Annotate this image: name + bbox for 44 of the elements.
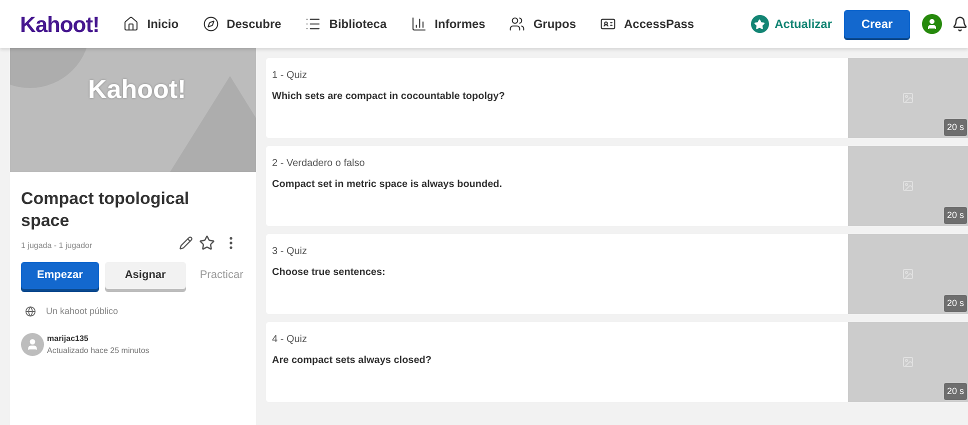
avatar-icon[interactable] (922, 14, 942, 34)
favorite-icon[interactable] (199, 235, 215, 251)
question-type: 3 - Quiz (272, 245, 308, 259)
action-button[interactable]: Asignar (104, 262, 186, 289)
visibility-text: Un kahoot público (46, 305, 118, 318)
nav-link[interactable]: Descubre (202, 15, 282, 33)
nav-link[interactable]: Grupos (509, 15, 576, 33)
nav-icon (509, 16, 526, 32)
nav-link[interactable]: Biblioteca (305, 15, 387, 33)
play-stats: 1 jugada - 1 jugador (21, 240, 94, 252)
question-text: Are compact sets always closed? (272, 354, 433, 368)
nav-link[interactable]: AccessPass (600, 15, 694, 33)
question-text: Which sets are compact in cocountable topolgy? (272, 90, 506, 104)
nav-link[interactable]: Inicio (123, 15, 179, 33)
updated-text: Actualizado hace 25 minutos (47, 344, 150, 356)
time-badge: 20 s (944, 206, 967, 224)
author-avatar (21, 332, 44, 356)
action-button[interactable]: Empezar (21, 262, 99, 289)
upgrade-link[interactable]: Actualizar (750, 15, 832, 33)
edit-icon[interactable] (179, 236, 193, 250)
logo[interactable]: Kahoot! (20, 8, 100, 40)
question-card[interactable]: 4 - Quiz Are compact sets always closed? 20 s (266, 322, 968, 402)
author-name[interactable]: marijac135 (47, 332, 150, 344)
nav-icon (600, 16, 616, 32)
time-badge: 20 s (944, 382, 967, 400)
nav-icon (410, 16, 427, 32)
kahoot-title: Compact topological space (21, 188, 190, 232)
cover-logo: Kahoot! (88, 73, 186, 106)
nav-icon (202, 16, 219, 32)
time-badge: 20 s (944, 118, 967, 136)
question-type: 2 - Verdadero o falso (272, 157, 366, 171)
nav-link[interactable]: Informes (410, 15, 486, 33)
time-badge: 20 s (944, 294, 967, 312)
notifications-icon[interactable] (952, 16, 968, 32)
question-card[interactable]: 3 - Quiz Choose true sentences: 20 s (266, 234, 968, 314)
question-type: 4 - Quiz (272, 333, 308, 347)
question-card[interactable]: 1 - Quiz Which sets are compact in cocountable topolgy? 20 s (266, 58, 968, 138)
create-button[interactable]: Crear (844, 10, 910, 38)
question-text: Compact set in metric space is always bounded. (272, 178, 504, 192)
question-text: Choose true sentences: (272, 266, 386, 280)
public-icon (25, 306, 36, 318)
question-type: 1 - Quiz (272, 69, 308, 83)
nav-icon (123, 16, 140, 32)
question-card[interactable]: 2 - Verdadero o falso Compact set in metric space is always bounded. 20 s (266, 146, 968, 226)
